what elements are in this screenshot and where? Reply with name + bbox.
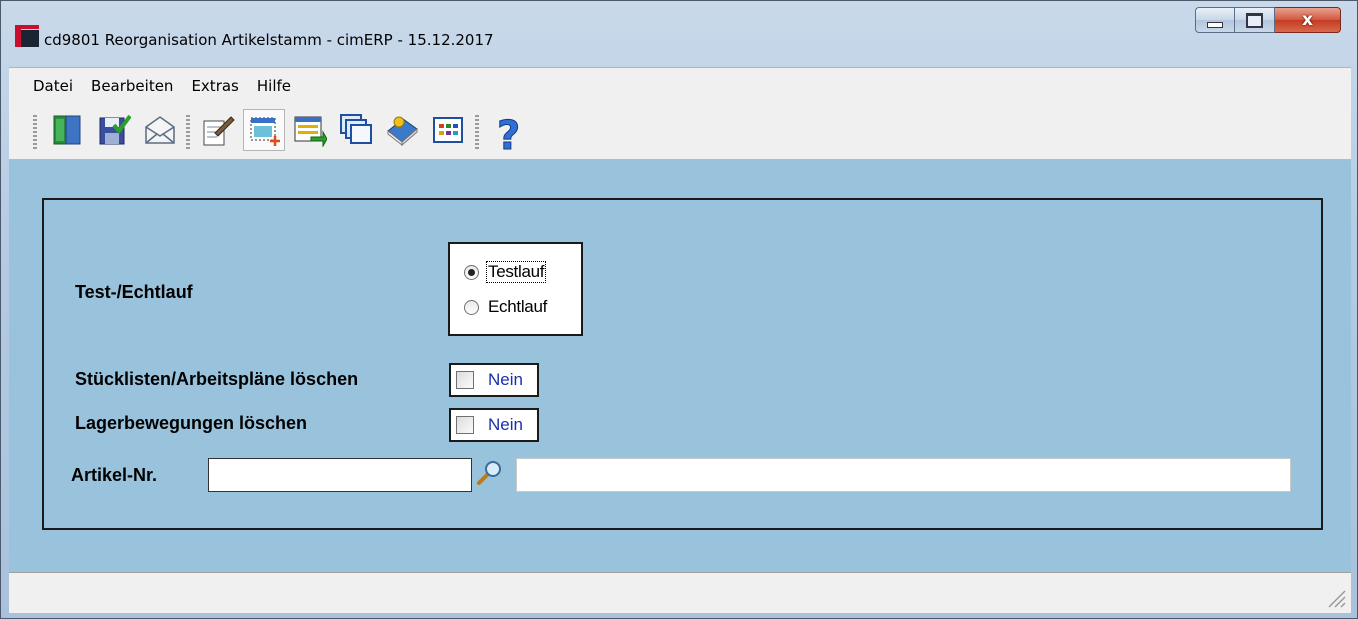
radio-echtlauf[interactable]: Echtlauf [464,297,548,317]
radio-testlauf[interactable]: Testlauf [464,261,547,283]
radio-echtlauf-label[interactable]: Echtlauf [487,297,548,317]
close-button[interactable]: x [1275,7,1341,33]
radio-testlauf-button[interactable] [464,264,479,280]
bom-delete-value: Nein [488,370,523,389]
mode-radio-group: Testlauf Echtlauf [448,242,583,336]
new-window-button[interactable] [243,109,285,151]
menu-bearbeiten[interactable]: Bearbeiten [82,77,182,95]
resize-grip-icon[interactable] [1325,587,1347,609]
help-glyph: ? [497,113,520,155]
stock-delete-value: Nein [488,415,523,434]
bom-delete-checkbox[interactable]: Nein [449,363,539,397]
edit-icon [203,116,235,146]
transfer-icon [294,116,327,147]
mail-button[interactable] [139,109,181,151]
toolbar-grip[interactable] [33,115,37,149]
close-icon: x [1302,10,1313,30]
form-panel: Test-/Echtlauf Testlauf Echtlauf Stückli… [42,198,1323,530]
help-icon: ? [497,113,521,155]
bom-delete-check[interactable] [456,371,474,389]
toolbar-separator [475,115,479,149]
save-button[interactable] [93,109,135,151]
form-area: Test-/Echtlauf Testlauf Echtlauf Stückli… [9,159,1351,572]
toolbar-separator [186,115,190,149]
new-window-icon [250,117,280,146]
caption-buttons: x [1195,7,1341,33]
book-icon [387,116,418,147]
windows-button[interactable] [335,109,377,151]
minimize-icon [1207,22,1223,28]
title-bar: cd9801 Reorganisation Artikelstamm - cim… [1,1,1357,67]
radio-echtlauf-button[interactable] [464,299,479,315]
maximize-button[interactable] [1235,7,1275,33]
edit-button[interactable] [197,109,239,151]
status-bar [9,572,1351,613]
exit-icon [53,115,81,145]
search-icon[interactable] [475,459,503,487]
app-window: cd9801 Reorganisation Artikelstamm - cim… [0,0,1358,619]
minimize-button[interactable] [1195,7,1235,33]
stock-delete-checkbox[interactable]: Nein [449,408,539,442]
menu-datei[interactable]: Datei [9,77,82,95]
book-button[interactable] [381,109,423,151]
mail-icon [145,116,175,144]
radio-testlauf-label[interactable]: Testlauf [485,261,547,283]
transfer-button[interactable] [289,109,331,151]
windows-icon [340,114,372,144]
help-button[interactable]: ? [487,109,529,155]
grid-button[interactable] [427,109,469,151]
grid-icon [433,117,463,143]
article-number-label: Artikel-Nr. [71,465,158,485]
article-number-input[interactable] [208,458,472,492]
menu-extras[interactable]: Extras [182,77,247,95]
bom-delete-label: Stücklisten/Arbeitspläne löschen [75,369,359,389]
mode-label: Test-/Echtlauf [75,282,193,302]
maximize-icon [1246,12,1263,28]
article-description-field [516,458,1291,492]
stock-delete-check[interactable] [456,416,474,434]
stock-delete-label: Lagerbewegungen löschen [75,413,308,433]
save-check-icon [99,114,131,145]
app-logo-icon [15,25,39,47]
exit-button[interactable] [47,109,89,151]
menu-hilfe[interactable]: Hilfe [248,77,300,95]
menu-bar: Datei Bearbeiten Extras Hilfe [9,67,1351,104]
toolbar: ? [9,103,1351,160]
window-title: cd9801 Reorganisation Artikelstamm - cim… [44,31,494,49]
